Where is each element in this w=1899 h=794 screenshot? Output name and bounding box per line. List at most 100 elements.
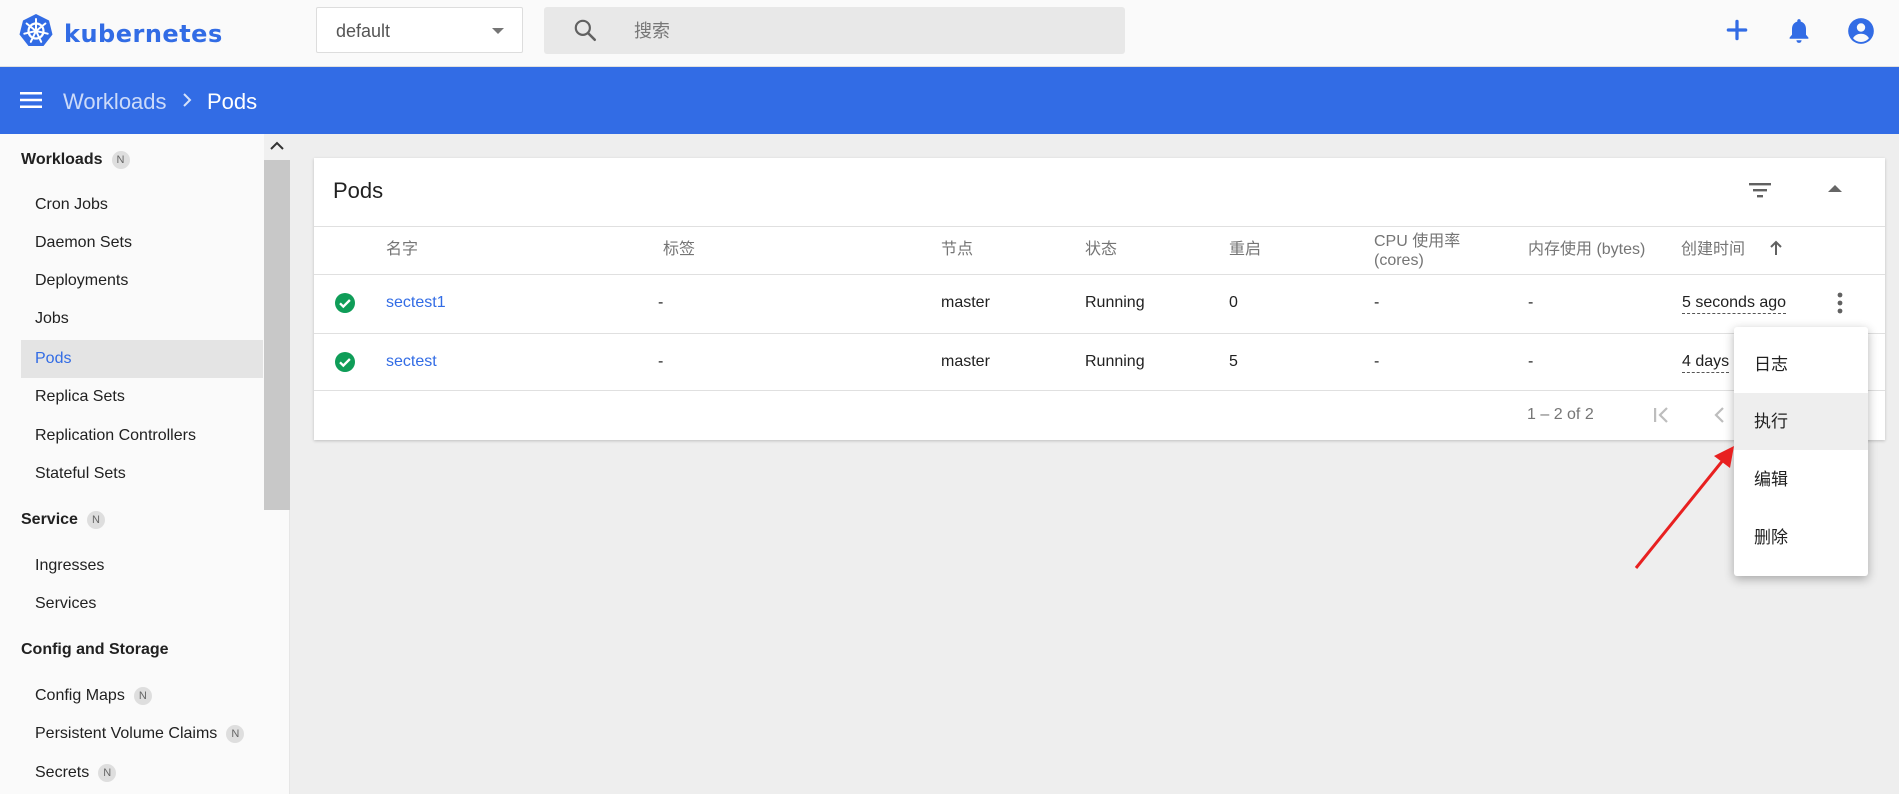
sidebar-item-label: Jobs [35,310,69,327]
column-header-created[interactable]: 创建时间 [1681,240,1745,259]
pod-cpu: - [1374,294,1380,311]
collapse-icon[interactable] [1828,185,1842,192]
add-icon[interactable] [1724,17,1750,48]
sidebar-section-config-and-storage[interactable]: Config and Storage [21,641,169,659]
table-row[interactable]: sectest - master Running 5 - - 4 days [314,333,1885,393]
bell-icon[interactable] [1786,17,1812,50]
pod-created: 4 days [1682,353,1730,373]
namespaced-badge: N [133,687,152,705]
sidebar-item-stateful-sets[interactable]: Stateful Sets [21,455,263,493]
first-page-icon[interactable] [1650,404,1674,431]
pod-name-link[interactable]: sectest1 [386,294,446,312]
pod-labels: - [658,294,664,311]
page-header: Workloads Pods [0,67,1899,134]
pod-memory: - [1528,294,1534,311]
sidebar-item-replication-controllers[interactable]: Replication Controllers [21,417,263,455]
column-header-status[interactable]: 状态 [1085,240,1117,259]
sidebar-item-deployments[interactable]: Deployments [21,262,263,300]
namespaced-badge: N [86,511,105,529]
pod-status: Running [1085,294,1145,311]
column-header-labels: 标签 [663,241,696,258]
sidebar-item-label: Cron Jobs [35,196,108,213]
search-input[interactable] [632,15,1106,47]
check-circle-icon [334,292,356,319]
sidebar-item-config-maps[interactable]: Config Maps N [21,677,263,715]
sidebar-item-label: Replica Sets [35,388,125,405]
pod-created: 5 seconds ago [1682,294,1787,314]
logo[interactable]: kubernetes [18,13,223,54]
sidebar-item-ingresses[interactable]: Ingresses [21,547,263,585]
menu-icon[interactable] [20,91,42,114]
pods-card: Pods 名字 标签 节点 状态 重启 CPU 使用率 (cores) 内存使用… [314,158,1885,440]
pod-labels: - [658,353,664,370]
sidebar-item-persistent-volume-claims[interactable]: Persistent Volume Claims N [21,715,263,753]
namespace-select[interactable]: default [316,7,523,53]
annotation-arrow-icon [1620,440,1740,585]
menu-item-logs[interactable]: 日志 [1734,336,1868,393]
sidebar-item-label: Config Maps [35,687,125,704]
pod-restarts: 0 [1229,294,1238,311]
kubernetes-logo-icon [18,13,54,54]
chevron-right-icon [181,91,193,114]
namespaced-badge: N [226,725,245,743]
namespaced-badge: N [111,151,130,169]
sidebar-item-jobs[interactable]: Jobs [21,300,263,338]
sidebar-item-label: Deployments [35,272,129,289]
column-header-cpu-line1: CPU 使用率 [1374,233,1461,250]
app-name: kubernetes [64,19,223,48]
menu-item-edit[interactable]: 编辑 [1734,451,1868,508]
chevron-up-icon[interactable] [268,139,286,158]
pod-memory: - [1528,353,1534,370]
sidebar-item-secrets[interactable]: Secrets N [21,754,263,792]
pod-restarts: 5 [1229,353,1238,370]
breadcrumb-pods: Pods [207,89,258,114]
sidebar-item-label: Persistent Volume Claims [35,725,218,742]
chevron-left-icon[interactable] [1711,404,1727,431]
search-bar [544,7,1125,54]
column-header-node[interactable]: 节点 [941,240,973,259]
namespace-value: default [336,21,391,41]
divider [314,390,1885,391]
sidebar-item-daemon-sets[interactable]: Daemon Sets [21,224,263,262]
menu-item-delete[interactable]: 删除 [1734,509,1868,566]
sidebar-item-replica-sets[interactable]: Replica Sets [21,378,263,416]
sidebar-item-label: Services [35,595,97,612]
sidebar-item-label: Secrets [35,764,90,781]
pod-cpu: - [1374,353,1380,370]
pod-status: Running [1085,353,1145,370]
row-context-menu: 日志 执行 编辑 删除 [1734,327,1868,576]
sidebar-item-label: Pods [35,350,72,367]
card-title: Pods [333,178,384,203]
sidebar-section-workloads[interactable]: Workloads N [21,151,130,169]
sidebar: Workloads N Cron Jobs Daemon Sets Deploy… [0,134,290,794]
column-header-restarts[interactable]: 重启 [1229,240,1261,259]
sidebar-item-cron-jobs[interactable]: Cron Jobs [21,186,263,224]
filter-icon[interactable] [1748,180,1772,205]
pod-name-link[interactable]: sectest [386,353,437,371]
column-header-name[interactable]: 名字 [386,240,418,259]
check-circle-icon [334,351,356,378]
breadcrumb-workloads[interactable]: Workloads [63,89,167,115]
sidebar-section-title: Workloads [21,151,103,168]
column-header-cpu-line2: (cores) [1374,252,1424,269]
table-row[interactable]: sectest1 - master Running 0 - - 5 second… [314,274,1885,334]
sidebar-item-label: Daemon Sets [35,234,132,251]
sidebar-item-label: Replication Controllers [35,427,196,444]
sidebar-item-label: Stateful Sets [35,465,126,482]
sidebar-item-pods[interactable]: Pods [21,340,263,378]
more-vert-icon[interactable] [1837,292,1843,319]
sidebar-item-services[interactable]: Services [21,585,263,623]
caret-down-icon [492,28,504,34]
pagination-range: 1 – 2 of 2 [1527,406,1594,423]
arrow-up-icon[interactable] [1769,239,1783,262]
sidebar-section-service[interactable]: Service N [21,511,105,529]
top-bar: kubernetes default [0,0,1899,67]
sidebar-scrollbar-thumb[interactable] [264,160,290,510]
divider [314,226,1885,227]
pod-node: master [941,294,990,311]
search-icon [572,17,598,48]
menu-item-exec[interactable]: 执行 [1734,393,1868,450]
column-header-memory: 内存使用 (bytes) [1528,241,1646,258]
column-header-cpu: CPU 使用率 (cores) [1374,232,1460,270]
account-icon[interactable] [1847,17,1875,50]
